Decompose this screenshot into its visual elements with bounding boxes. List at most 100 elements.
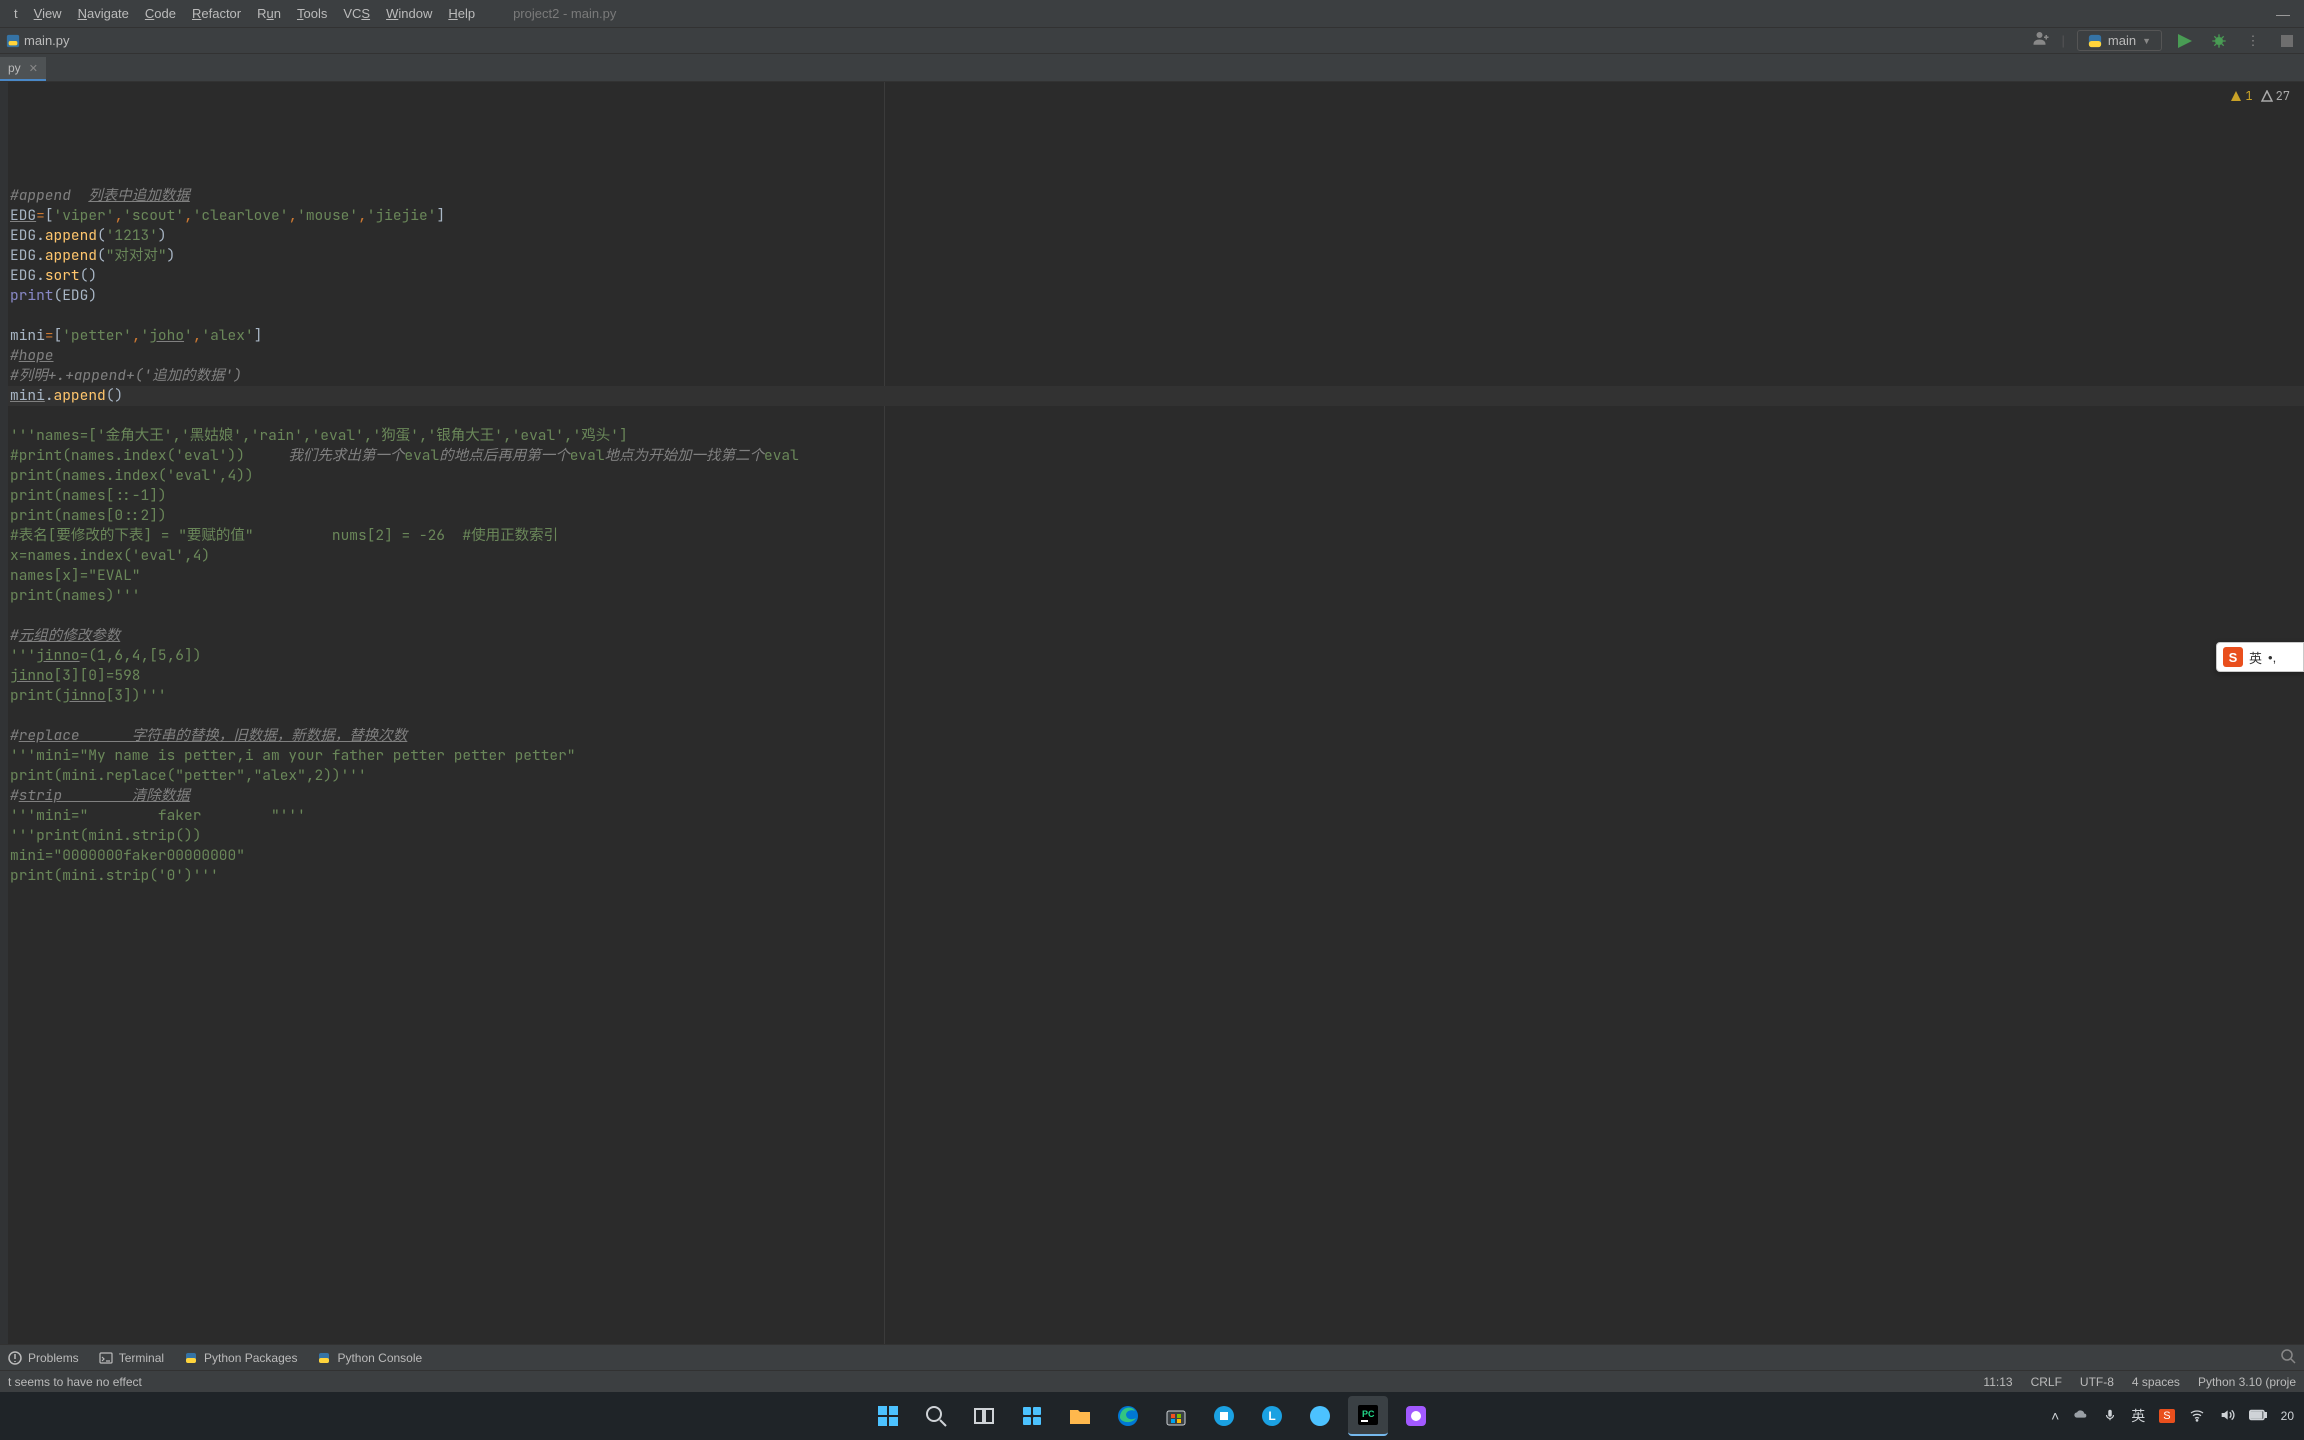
code-line[interactable]: #列明+.+append+('追加的数据') — [8, 366, 2304, 386]
ime-floating-bar[interactable]: S 英 •, — [2216, 642, 2304, 672]
tray-wifi-icon[interactable] — [2189, 1407, 2205, 1426]
typo-badge[interactable]: 27 — [2261, 86, 2290, 106]
file-explorer-icon[interactable] — [1060, 1396, 1100, 1436]
tool-python-console[interactable]: Python Console — [317, 1351, 422, 1365]
typo-count: 27 — [2276, 86, 2290, 106]
widgets-icon[interactable] — [1012, 1396, 1052, 1436]
python-file-icon — [6, 34, 20, 48]
tray-clock[interactable]: 20 — [2281, 1409, 2294, 1423]
tool-terminal[interactable]: Terminal — [99, 1351, 164, 1365]
tool-python-packages[interactable]: Python Packages — [184, 1351, 297, 1365]
menu-item-window[interactable]: Window — [378, 6, 440, 21]
ime-mode[interactable]: 英 — [2249, 648, 2262, 667]
tray-ime-icon[interactable]: S — [2159, 1409, 2174, 1423]
editor-tab[interactable]: py ✕ — [0, 57, 46, 81]
ime-extra: •, — [2268, 650, 2276, 665]
inspection-badges[interactable]: 1 27 — [2230, 86, 2290, 106]
code-line[interactable]: mini="0000000faker00000000" — [8, 846, 2304, 866]
chevron-down-icon: ▼ — [2142, 36, 2151, 46]
code-line[interactable]: '''jinno=(1,6,4,[5,6]) — [8, 646, 2304, 666]
code-line[interactable]: print(jinno[3])''' — [8, 686, 2304, 706]
menu-item-run[interactable]: Run — [249, 6, 289, 21]
menu-item-partial[interactable]: t — [6, 6, 26, 21]
stop-button[interactable] — [2276, 30, 2298, 52]
status-interpreter[interactable]: Python 3.10 (proje — [2198, 1375, 2296, 1389]
menu-item-view[interactable]: View — [26, 6, 70, 21]
code-line[interactable] — [8, 706, 2304, 726]
code-line[interactable]: x=names.index('eval',4) — [8, 546, 2304, 566]
code-line[interactable]: '''mini="My name is petter,i am your fat… — [8, 746, 2304, 766]
code-line[interactable]: print(mini.strip('0')''' — [8, 866, 2304, 886]
breadcrumb-file[interactable]: main.py — [24, 33, 70, 48]
code-line[interactable]: #print(names.index('eval')) 我们先求出第一个eval… — [8, 446, 2304, 466]
code-line[interactable]: #元组的修改参数 — [8, 626, 2304, 646]
close-icon[interactable]: ✕ — [29, 62, 38, 75]
tray-mic-icon[interactable] — [2103, 1408, 2117, 1425]
code-line[interactable]: print(names.index('eval',4)) — [8, 466, 2304, 486]
code-line[interactable]: #strip 清除数据 — [8, 786, 2304, 806]
code-line[interactable]: EDG=['viper','scout','clearlove','mouse'… — [8, 206, 2304, 226]
tray-onedrive-icon[interactable] — [2073, 1407, 2089, 1426]
tool-problems[interactable]: Problems — [8, 1351, 79, 1365]
task-view-icon[interactable] — [964, 1396, 1004, 1436]
code-line[interactable]: '''names=['金角大王','黑姑娘','rain','eval','狗蛋… — [8, 426, 2304, 446]
pycharm-icon[interactable]: PC — [1348, 1396, 1388, 1436]
app-icon-2[interactable]: L — [1252, 1396, 1292, 1436]
code-line[interactable]: print(names)''' — [8, 586, 2304, 606]
edge-icon[interactable] — [1108, 1396, 1148, 1436]
app-icon-1[interactable] — [1204, 1396, 1244, 1436]
code-line[interactable]: '''mini=" faker "''' — [8, 806, 2304, 826]
code-line[interactable]: mini.append() — [8, 386, 2304, 406]
code-line[interactable]: names[x]="EVAL" — [8, 566, 2304, 586]
python-packages-icon — [184, 1351, 198, 1365]
code-editor[interactable]: 1 27 #append 列表中追加数据EDG=['viper','scout'… — [8, 82, 2304, 1344]
status-encoding[interactable]: UTF-8 — [2080, 1375, 2114, 1389]
code-line[interactable]: print(names[::-1]) — [8, 486, 2304, 506]
code-line[interactable]: #表名[要修改的下表] = "要赋的值" nums[2] = -26 #使用正数… — [8, 526, 2304, 546]
code-line[interactable] — [8, 606, 2304, 626]
start-button[interactable] — [868, 1396, 908, 1436]
tray-volume-icon[interactable] — [2219, 1407, 2235, 1426]
debug-button[interactable] — [2208, 30, 2230, 52]
tray-chevron-icon[interactable]: ˄ — [2051, 1408, 2059, 1424]
status-position[interactable]: 11:13 — [1983, 1375, 2012, 1389]
status-indent[interactable]: 4 spaces — [2132, 1375, 2180, 1389]
code-line[interactable]: '''print(mini.strip()) — [8, 826, 2304, 846]
run-config-selector[interactable]: main ▼ — [2077, 30, 2162, 51]
svg-text:PC: PC — [1362, 1409, 1375, 1419]
code-line[interactable]: EDG.append('1213') — [8, 226, 2304, 246]
menu-item-help[interactable]: Help — [440, 6, 483, 21]
tab-label: py — [8, 61, 21, 75]
run-more-button[interactable]: ⋮ — [2242, 30, 2264, 52]
search-icon[interactable] — [916, 1396, 956, 1436]
menu-item-tools[interactable]: Tools — [289, 6, 335, 21]
code-line[interactable]: mini=['petter','joho','alex'] — [8, 326, 2304, 346]
code-line[interactable]: EDG.append("对对对") — [8, 246, 2304, 266]
menu-item-vcs[interactable]: VCS — [335, 6, 378, 21]
code-line[interactable]: #append 列表中追加数据 — [8, 186, 2304, 206]
app-icon-3[interactable] — [1300, 1396, 1340, 1436]
menu-item-code[interactable]: Code — [137, 6, 184, 21]
tray-lang[interactable]: 英 — [2131, 1406, 2145, 1426]
tray-battery-icon[interactable] — [2249, 1408, 2267, 1424]
code-line[interactable]: print(mini.replace("petter","alex",2))''… — [8, 766, 2304, 786]
code-line[interactable]: jinno[3][0]=598 — [8, 666, 2304, 686]
code-line[interactable]: print(EDG) — [8, 286, 2304, 306]
minimize-icon[interactable]: — — [2276, 6, 2290, 22]
warning-badge[interactable]: 1 — [2230, 86, 2252, 106]
status-line-separator[interactable]: CRLF — [2031, 1375, 2062, 1389]
tool-search[interactable] — [2280, 1348, 2296, 1367]
app-icon-4[interactable] — [1396, 1396, 1436, 1436]
code-line[interactable] — [8, 306, 2304, 326]
menu-item-refactor[interactable]: Refactor — [184, 6, 249, 21]
code-line[interactable]: #hope — [8, 346, 2304, 366]
run-button[interactable] — [2174, 30, 2196, 52]
code-line[interactable]: print(names[0::2]) — [8, 506, 2304, 526]
menu-item-navigate[interactable]: Navigate — [70, 6, 137, 21]
nav-bar: main.py | main ▼ ⋮ — [0, 28, 2304, 54]
add-user-icon[interactable] — [2032, 29, 2050, 52]
microsoft-store-icon[interactable] — [1156, 1396, 1196, 1436]
code-line[interactable]: EDG.sort() — [8, 266, 2304, 286]
code-line[interactable] — [8, 406, 2304, 426]
code-line[interactable]: #replace 字符串的替换，旧数据，新数据，替换次数 — [8, 726, 2304, 746]
